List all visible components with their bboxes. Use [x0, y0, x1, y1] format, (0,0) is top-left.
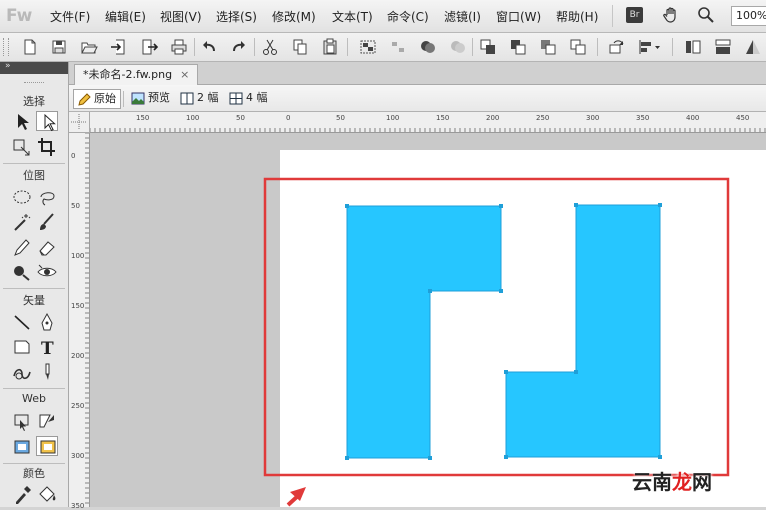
- anchor-point[interactable]: [574, 370, 578, 374]
- anchor-point[interactable]: [504, 370, 508, 374]
- watermark: 云南龙网: [632, 470, 712, 494]
- anchor-point[interactable]: [658, 203, 662, 207]
- anchor-point[interactable]: [345, 204, 349, 208]
- anchor-point[interactable]: [428, 289, 432, 293]
- anchor-point[interactable]: [499, 204, 503, 208]
- anchor-point[interactable]: [658, 455, 662, 459]
- anchor-point[interactable]: [574, 203, 578, 207]
- blue-l-shape-left[interactable]: [346, 205, 502, 459]
- blue-l-shape-right[interactable]: [505, 204, 661, 458]
- anchor-point[interactable]: [504, 455, 508, 459]
- red-arrow-annotation: [286, 487, 306, 507]
- anchor-point[interactable]: [499, 289, 503, 293]
- anchor-point[interactable]: [345, 456, 349, 460]
- artwork-layer: [263, 177, 730, 507]
- anchor-point[interactable]: [428, 456, 432, 460]
